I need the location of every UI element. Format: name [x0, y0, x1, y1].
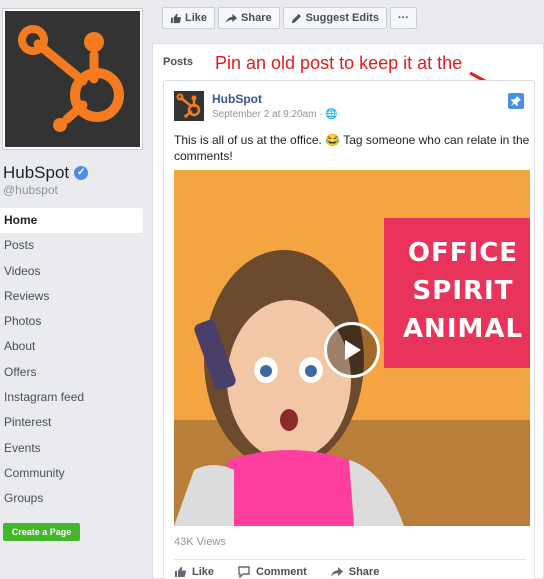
play-button[interactable]	[324, 322, 380, 378]
video-caption-line: SPIRIT	[412, 276, 514, 306]
post-text: This is all of us at the office. 😂 Tag s…	[174, 133, 530, 163]
facebook-page: HubSpot ✓ @hubspot Home Posts Videos Rev…	[0, 0, 544, 579]
share-post-label: Share	[348, 565, 380, 578]
hubspot-logo-icon	[5, 11, 140, 147]
posts-section-title: Posts	[163, 56, 193, 68]
like-page-button[interactable]: Like	[162, 7, 216, 29]
page-handle[interactable]: @hubspot	[3, 183, 58, 197]
video-caption: OFFICE SPIRIT ANIMAL	[398, 234, 528, 348]
profile-picture[interactable]	[3, 9, 142, 149]
globe-icon: 🌐	[325, 109, 338, 120]
nav-item-offers[interactable]: Offers	[0, 360, 143, 385]
main-column: Like Share Suggest Edits ··· Posts Pin a…	[152, 0, 544, 579]
page-name-text[interactable]: HubSpot	[3, 163, 69, 183]
nav-item-community[interactable]: Community	[0, 461, 143, 486]
nav-item-reviews[interactable]: Reviews	[0, 284, 143, 309]
share-post-button[interactable]: Share	[330, 565, 380, 578]
verified-badge-icon: ✓	[74, 166, 89, 180]
comment-icon	[238, 565, 250, 578]
post-author-name[interactable]: HubSpot	[212, 92, 262, 106]
post-author-avatar[interactable]	[174, 91, 204, 121]
share-arrow-icon	[226, 13, 238, 23]
post-video[interactable]: OFFICE SPIRIT ANIMAL	[174, 170, 530, 526]
share-arrow-icon	[330, 566, 343, 577]
create-page-button[interactable]: Create a Page	[3, 523, 80, 541]
like-page-label: Like	[185, 12, 208, 24]
nav-item-posts[interactable]: Posts	[0, 233, 143, 258]
hubspot-logo-icon	[174, 91, 204, 121]
play-icon	[345, 340, 361, 360]
nav-item-groups[interactable]: Groups	[0, 486, 143, 511]
nav-item-about[interactable]: About	[0, 334, 143, 359]
nav-item-home[interactable]: Home	[0, 208, 143, 234]
posts-panel: Posts Pin an old post to keep it at the …	[152, 43, 544, 579]
video-caption-line: ANIMAL	[402, 314, 524, 344]
post-date-text: September 2 at 9:20am ·	[212, 109, 326, 120]
like-post-label: Like	[192, 565, 215, 578]
nav-item-instagram-feed[interactable]: Instagram feed	[0, 385, 143, 410]
nav-item-events[interactable]: Events	[0, 436, 143, 461]
nav-item-videos[interactable]: Videos	[0, 259, 143, 284]
comment-post-button[interactable]: Comment	[238, 566, 307, 578]
page-nav: Home Posts Videos Reviews Photos About O…	[0, 208, 143, 512]
page-action-bar: Like Share Suggest Edits ···	[162, 7, 417, 29]
page-name[interactable]: HubSpot ✓	[3, 163, 89, 183]
pushpin-icon	[511, 96, 521, 106]
like-post-button[interactable]: Like	[174, 566, 214, 578]
suggest-edits-button[interactable]: Suggest Edits	[282, 7, 387, 29]
post-actions: Like Comment Share	[174, 559, 526, 579]
thumbs-up-icon	[175, 566, 186, 577]
share-page-label: Share	[241, 12, 272, 24]
share-page-button[interactable]: Share	[218, 7, 280, 29]
view-count: 43K Views	[174, 536, 226, 548]
nav-item-pinterest[interactable]: Pinterest	[0, 410, 143, 435]
pencil-icon	[291, 13, 301, 23]
post-timestamp[interactable]: September 2 at 9:20am · 🌐	[212, 109, 338, 120]
video-caption-line: OFFICE	[407, 238, 519, 268]
suggest-edits-label: Suggest Edits	[305, 12, 379, 24]
left-sidebar: HubSpot ✓ @hubspot Home Posts Videos Rev…	[0, 0, 152, 579]
comment-post-label: Comment	[256, 565, 307, 578]
thumbs-up-icon	[170, 13, 181, 23]
nav-item-photos[interactable]: Photos	[0, 309, 143, 334]
pinned-post: HubSpot September 2 at 9:20am · 🌐 This i…	[163, 80, 535, 579]
pin-icon[interactable]	[508, 93, 524, 109]
more-options-button[interactable]: ···	[389, 7, 417, 29]
